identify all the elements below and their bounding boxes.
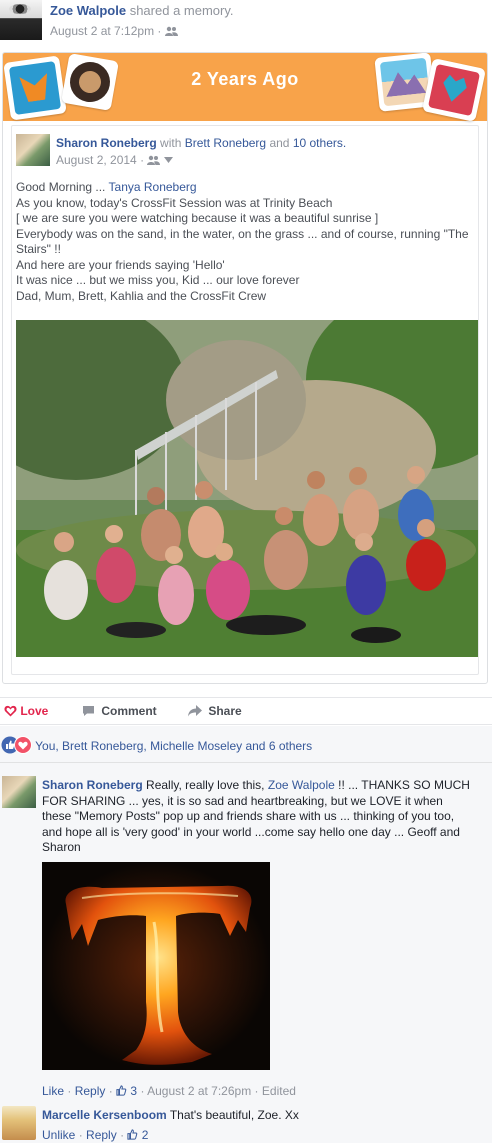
comment-likes-count[interactable]: 3 <box>116 1084 140 1098</box>
mention-link[interactable]: Zoe Walpole <box>268 778 335 792</box>
meta-separator: · <box>78 1128 83 1142</box>
meta-separator: · <box>108 1084 113 1098</box>
comment-line: FOR SHARING ... yes, it is so sad and he… <box>42 793 443 808</box>
thumbs-up-icon <box>116 1085 127 1096</box>
body-line: Dad, Mum, Brett, Kahlia and the CrossFit… <box>16 288 267 303</box>
comment-meta: Unlike · Reply · 2 <box>42 1128 148 1142</box>
body-line: And here are your friends saying 'Hello' <box>16 257 225 272</box>
friends-icon[interactable] <box>147 155 161 165</box>
reply-link[interactable]: Reply <box>75 1084 106 1098</box>
meta-separator: · <box>254 1084 259 1098</box>
meta-separator: · <box>140 1084 145 1098</box>
group-photo-image <box>16 320 478 657</box>
author-name-link[interactable]: Zoe Walpole <box>50 3 126 18</box>
comment-meta: Like · Reply · 3 · August 2 at 7:26pm · … <box>42 1084 296 1098</box>
comment-line: Sharon <box>42 840 81 854</box>
body-line: As you know, today's CrossFit Session wa… <box>16 195 333 210</box>
likes-count: 3 <box>130 1084 138 1098</box>
post-headline: Sharon Roneberg with Brett Roneberg and … <box>56 136 346 150</box>
mention-link[interactable]: Tanya Roneberg <box>109 180 197 194</box>
meta-separator: · <box>120 1128 125 1142</box>
action-bar: Love Comment Share <box>0 697 492 725</box>
comment-body: Marcelle Kersenboom That's beautiful, Zo… <box>42 1108 299 1122</box>
body-line: Everybody was on the sand, in the water,… <box>16 226 469 241</box>
shared-post: Sharon Roneberg with Brett Roneberg and … <box>11 125 479 675</box>
commenter-avatar[interactable] <box>2 776 36 808</box>
share-button[interactable]: Share <box>188 704 242 718</box>
memory-banner: 2 Years Ago <box>3 53 487 123</box>
with-text: with <box>160 136 182 150</box>
heart-icon <box>4 705 17 717</box>
reactions-summary-link[interactable]: You, Brett Roneberg, Michelle Moseley an… <box>35 739 312 753</box>
reply-link[interactable]: Reply <box>86 1128 117 1142</box>
story-action: shared a memory. <box>129 3 234 18</box>
divider <box>0 762 492 763</box>
post-author-avatar[interactable] <box>16 134 50 166</box>
body-line: It was nice ... but we miss you, Kid ...… <box>16 273 300 287</box>
commenter-avatar[interactable] <box>2 1106 36 1140</box>
comment-timestamp[interactable]: August 2 at 7:26pm <box>147 1084 251 1098</box>
memory-card: 2 Years Ago Sharon Roneberg with Brett R… <box>2 52 488 684</box>
group-photo[interactable] <box>16 320 478 657</box>
meta-separator: · <box>157 24 162 38</box>
body-line: [ we are sure you were watching because … <box>16 211 379 225</box>
heart-sticker-icon <box>421 57 487 123</box>
fire-letter-graphic <box>42 862 270 1070</box>
reactions-row[interactable]: You, Brett Roneberg, Michelle Moseley an… <box>0 736 492 754</box>
comment-icon <box>83 706 94 716</box>
comment-line: and hope all is 'very good' in your worl… <box>42 824 460 839</box>
edited-label[interactable]: Edited <box>262 1084 296 1098</box>
story-timestamp[interactable]: August 2 at 7:12pm <box>50 24 154 38</box>
post-author-link[interactable]: Sharon Roneberg <box>56 136 157 150</box>
share-label: Share <box>208 704 242 718</box>
author-avatar[interactable] <box>0 0 42 40</box>
likes-count: 2 <box>141 1128 149 1142</box>
post-body: Good Morning ... Tanya Roneberg As you k… <box>16 180 478 304</box>
and-text: and <box>269 136 290 150</box>
comment-text: That's beautiful, Zoe. Xx <box>169 1108 299 1122</box>
love-button[interactable]: Love <box>4 704 48 718</box>
story-headline: Zoe Walpole shared a memory. <box>50 3 234 18</box>
tagged-friend-link[interactable]: Brett Roneberg <box>185 136 266 150</box>
story-meta: August 2 at 7:12pm · <box>50 24 178 38</box>
comment-text: !! ... THANKS SO MUCH <box>338 778 470 792</box>
comment-body: Sharon Roneberg Really, really love this… <box>42 778 482 856</box>
comment-line: these "Memory Posts" pop up and friends … <box>42 809 455 823</box>
body-line: Good Morning ... Tanya Roneberg <box>16 180 197 194</box>
commenter-name-link[interactable]: Sharon Roneberg <box>42 778 143 792</box>
comment-likes-count[interactable]: 2 <box>127 1128 148 1142</box>
others-link[interactable]: 10 others. <box>293 136 346 150</box>
friends-icon[interactable] <box>164 26 178 36</box>
thumbs-up-icon <box>127 1129 138 1140</box>
post-date[interactable]: August 2, 2014 <box>56 153 137 167</box>
love-label: Love <box>20 704 49 718</box>
chevron-down-icon[interactable] <box>163 157 173 163</box>
meta-separator: · <box>67 1084 72 1098</box>
unlike-link[interactable]: Unlike <box>42 1128 75 1142</box>
post-meta: August 2, 2014 · <box>56 153 173 167</box>
comment-button[interactable]: Comment <box>82 704 157 718</box>
fire-letter-image[interactable] <box>42 862 270 1070</box>
meta-separator: · <box>140 153 145 167</box>
love-reaction-icon <box>14 736 32 754</box>
commenter-name-link[interactable]: Marcelle Kersenboom <box>42 1108 167 1122</box>
comment-line: Sharon Roneberg Really, really love this… <box>42 778 482 794</box>
body-line: Stairs" !! <box>16 242 61 256</box>
comment-label: Comment <box>101 704 157 718</box>
comment-text: Really, really love this, <box>146 778 265 792</box>
like-link[interactable]: Like <box>42 1084 64 1098</box>
share-icon <box>188 705 202 717</box>
